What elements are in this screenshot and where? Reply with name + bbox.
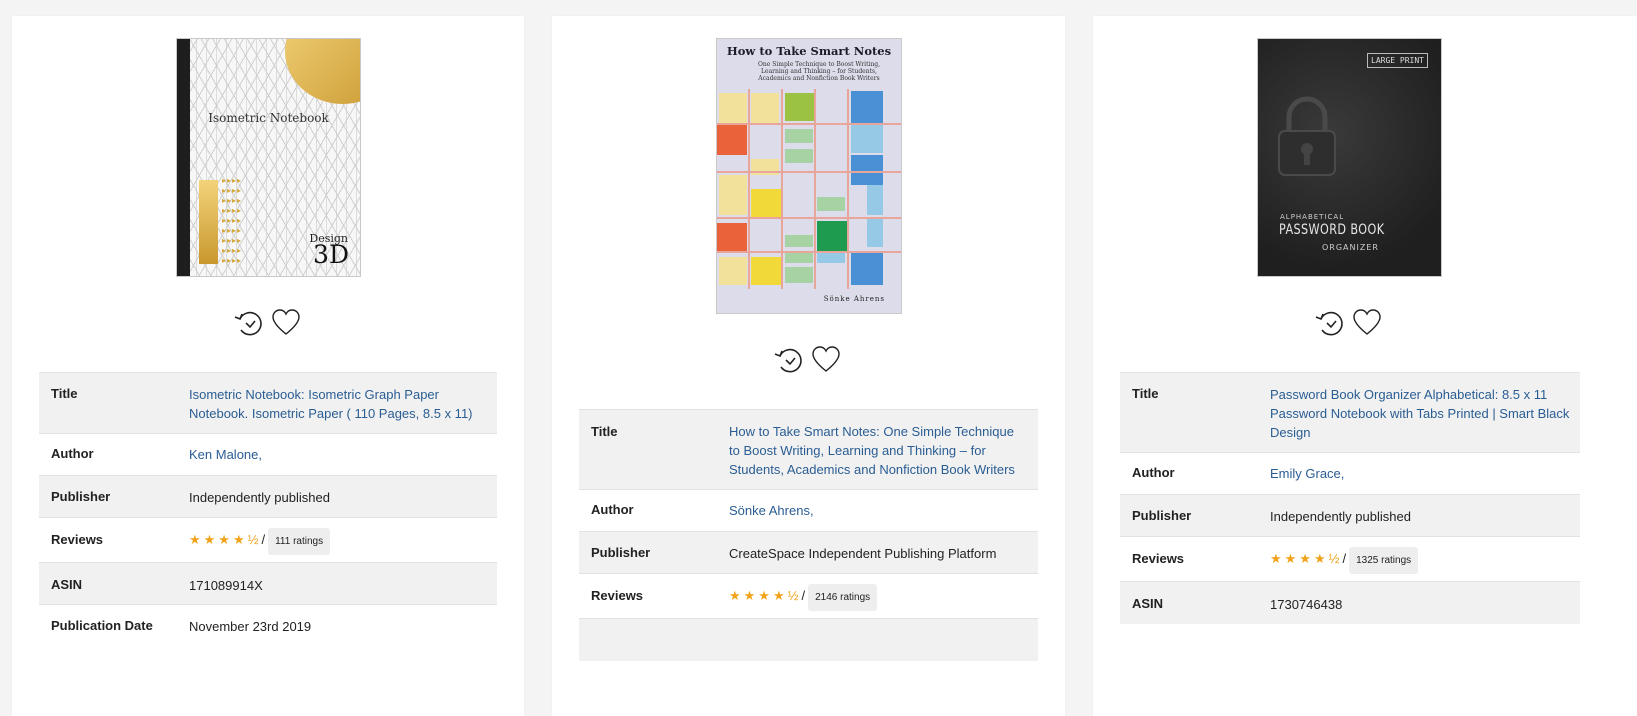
label-asin: ASIN	[1120, 581, 1270, 624]
row-publisher: Publisher CreateSpace Independent Publis…	[579, 531, 1038, 574]
cover-arrows: ▸▸▸▸ ▸▸▸▸ ▸▸▸▸ ▸▸▸▸ ▸▸▸▸ ▸▸▸▸ ▸▸▸▸ ▸▸▸▸ ▸▸▸▸	[222, 176, 243, 265]
book-actions	[772, 345, 840, 375]
rating-separator: /	[261, 532, 266, 547]
cover-sub2: 3D	[313, 240, 349, 269]
history-clock-icon[interactable]	[772, 345, 804, 375]
author-link[interactable]: Sönke Ahrens,	[729, 503, 814, 518]
ratings-count-badge: 2146 ratings	[808, 584, 878, 611]
row-publisher: Publisher Independently published	[1120, 494, 1580, 537]
label-publisher: Publisher	[39, 475, 189, 518]
label-title: Title	[39, 372, 189, 434]
history-clock-icon[interactable]	[1313, 308, 1345, 338]
large-print-badge: LARGE PRINT	[1367, 53, 1428, 68]
book-title-link[interactable]: Isometric Notebook: Isometric Graph Pape…	[189, 387, 473, 421]
cover-gold-circle	[285, 39, 360, 104]
publisher-value: CreateSpace Independent Publishing Platf…	[729, 531, 1038, 574]
row-reviews: Reviews ★★★★½/2146 ratings	[579, 573, 1038, 619]
cover-author: Sönke Ahrens	[823, 295, 885, 303]
cover-gold-bar	[199, 180, 218, 264]
row-author: Author Emily Grace,	[1120, 452, 1580, 495]
book-card-3: LARGE PRINT ALPHABETICAL PASSWORD BOOK O…	[1093, 16, 1637, 716]
asin-value: 1730746438	[1270, 581, 1580, 624]
label-author: Author	[579, 489, 729, 532]
cover-subtitle: One Simple Technique to Boost Writing, L…	[757, 61, 881, 82]
row-reviews: Reviews ★★★★½/1325 ratings	[1120, 536, 1580, 582]
ratings-count-badge: 1325 ratings	[1349, 547, 1419, 574]
row-reviews: Reviews ★★★★½/111 ratings	[39, 517, 497, 563]
book-actions	[1313, 308, 1381, 338]
author-link[interactable]: Ken Malone,	[189, 447, 262, 462]
label-publisher: Publisher	[1120, 494, 1270, 537]
cover-line2: PASSWORD BOOK	[1279, 222, 1385, 238]
book-actions	[232, 308, 300, 338]
padlock-icon	[1278, 96, 1336, 176]
label-asin: ASIN	[39, 562, 189, 605]
heart-icon[interactable]	[272, 308, 300, 338]
publisher-value: Independently published	[1270, 494, 1580, 537]
book-card-2: How to Take Smart Notes One Simple Techn…	[552, 16, 1065, 716]
publisher-value: Independently published	[189, 475, 497, 518]
label-reviews: Reviews	[579, 573, 729, 619]
rating-stars: ★★★★½	[189, 532, 262, 547]
label-reviews: Reviews	[39, 517, 189, 563]
history-clock-icon[interactable]	[232, 308, 264, 338]
row-next	[579, 618, 1038, 661]
row-title: Title Isometric Notebook: Isometric Grap…	[39, 372, 497, 434]
cover-title: Isometric Notebook	[208, 111, 329, 125]
label-reviews: Reviews	[1120, 536, 1270, 582]
row-author: Author Sönke Ahrens,	[579, 489, 1038, 532]
rating-stars: ★★★★½	[1270, 551, 1343, 566]
label-publisher: Publisher	[579, 531, 729, 574]
row-publisher: Publisher Independently published	[39, 475, 497, 518]
book-details-table: Title Password Book Organizer Alphabetic…	[1120, 372, 1580, 624]
ratings-count-badge: 111 ratings	[268, 528, 331, 555]
book-card-1: Isometric Notebook ▸▸▸▸ ▸▸▸▸ ▸▸▸▸ ▸▸▸▸ ▸▸▸▸ ▸…	[12, 16, 524, 716]
book-details-table: Title Isometric Notebook: Isometric Grap…	[39, 372, 497, 647]
row-asin: ASIN 171089914X	[39, 562, 497, 605]
author-link[interactable]: Emily Grace,	[1270, 466, 1344, 481]
heart-icon[interactable]	[812, 345, 840, 375]
heart-icon[interactable]	[1353, 308, 1381, 338]
row-title: Title Password Book Organizer Alphabetic…	[1120, 372, 1580, 453]
rating-separator: /	[801, 588, 806, 603]
label-author: Author	[39, 433, 189, 476]
row-pubdate: Publication Date November 23rd 2019	[39, 604, 497, 647]
book-cover-image[interactable]: How to Take Smart Notes One Simple Techn…	[716, 38, 902, 314]
row-asin: ASIN 1730746438	[1120, 581, 1580, 624]
asin-value: 171089914X	[189, 562, 497, 605]
row-author: Author Ken Malone,	[39, 433, 497, 476]
book-title-link[interactable]: Password Book Organizer Alphabetical: 8.…	[1270, 387, 1569, 440]
book-details-table: Title How to Take Smart Notes: One Simpl…	[579, 409, 1038, 661]
book-cover-image[interactable]: Isometric Notebook ▸▸▸▸ ▸▸▸▸ ▸▸▸▸ ▸▸▸▸ ▸▸▸▸ ▸…	[176, 38, 361, 277]
rating-separator: /	[1342, 551, 1347, 566]
label-pubdate: Publication Date	[39, 604, 189, 647]
cover-pattern	[717, 89, 901, 289]
label-author: Author	[1120, 452, 1270, 495]
cover-title: How to Take Smart Notes	[726, 44, 892, 58]
rating-stars: ★★★★½	[729, 588, 802, 603]
cover-spine	[177, 39, 190, 276]
book-title-link[interactable]: How to Take Smart Notes: One Simple Tech…	[729, 424, 1015, 477]
cover-line3: ORGANIZER	[1322, 243, 1379, 252]
book-cover-image[interactable]: LARGE PRINT ALPHABETICAL PASSWORD BOOK O…	[1257, 38, 1442, 277]
row-title: Title How to Take Smart Notes: One Simpl…	[579, 409, 1038, 490]
label-title: Title	[579, 409, 729, 490]
label-title: Title	[1120, 372, 1270, 453]
pubdate-value: November 23rd 2019	[189, 604, 497, 647]
cover-line1: ALPHABETICAL	[1280, 213, 1345, 221]
